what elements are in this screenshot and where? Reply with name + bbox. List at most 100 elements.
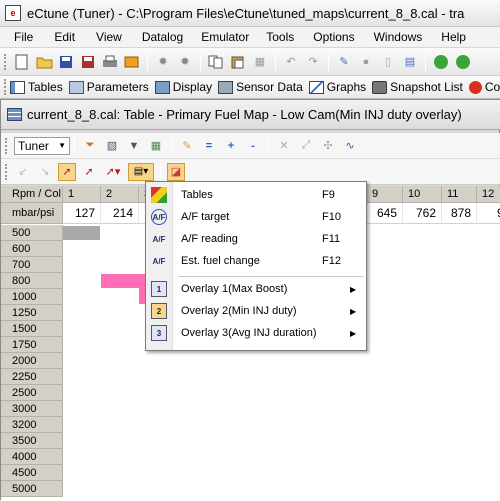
column-header: 2 bbox=[101, 186, 139, 203]
undo-icon[interactable]: ↶ bbox=[282, 53, 300, 71]
go-icon[interactable] bbox=[432, 53, 450, 71]
minus-icon[interactable]: - bbox=[244, 137, 262, 155]
funnel-icon[interactable]: ▼ bbox=[125, 137, 143, 155]
menu-windows[interactable]: Windows bbox=[374, 30, 423, 44]
comm-stop-icon bbox=[468, 80, 482, 94]
row-header: 5000 bbox=[1, 481, 63, 497]
row-header: 2000 bbox=[1, 353, 63, 369]
plus-icon[interactable]: + bbox=[222, 137, 240, 155]
menu-options[interactable]: Options bbox=[313, 30, 354, 44]
gear-icon[interactable]: ✹ bbox=[154, 53, 172, 71]
save-icon[interactable] bbox=[57, 53, 75, 71]
menu-item-af-target[interactable]: A/F A/F target F10 bbox=[146, 206, 366, 228]
menu-datalog[interactable]: Datalog bbox=[142, 30, 183, 44]
save-as-icon[interactable] bbox=[79, 53, 97, 71]
menu-edit[interactable]: Edit bbox=[54, 30, 75, 44]
row-header: 3500 bbox=[1, 433, 63, 449]
interpolate-v-icon[interactable]: ✣ bbox=[319, 137, 337, 155]
row-header: 1500 bbox=[1, 321, 63, 337]
display-button[interactable]: Display bbox=[154, 80, 212, 94]
row-header: 3200 bbox=[1, 417, 63, 433]
gear-icon-2[interactable]: ✹ bbox=[176, 53, 194, 71]
page-icon[interactable]: ▯ bbox=[379, 53, 397, 71]
menu-tools[interactable]: Tools bbox=[266, 30, 294, 44]
interpolate-h-icon[interactable]: ⤢ bbox=[297, 137, 315, 155]
overlay-cell-pink[interactable] bbox=[101, 274, 139, 288]
paste-icon[interactable] bbox=[229, 53, 247, 71]
export-icon[interactable] bbox=[123, 53, 141, 71]
arrow-right-icon[interactable]: ↘ bbox=[36, 163, 54, 181]
row-header: 3000 bbox=[1, 401, 63, 417]
column-value-cell[interactable]: 127 bbox=[63, 203, 101, 224]
menu-emulator[interactable]: Emulator bbox=[201, 30, 249, 44]
comm-button[interactable]: Comm bbox=[468, 80, 500, 94]
overlay-dropdown-icon[interactable]: ▤▾ bbox=[128, 162, 154, 181]
copy-icon[interactable] bbox=[207, 53, 225, 71]
dot-icon[interactable]: ● bbox=[357, 53, 375, 71]
parameters-button[interactable]: Parameters bbox=[68, 80, 149, 94]
menu-help[interactable]: Help bbox=[441, 30, 466, 44]
row-header: 1750 bbox=[1, 337, 63, 353]
window-title: eCtune (Tuner) - C:\Program Files\eCtune… bbox=[27, 5, 465, 21]
overlay-3-icon: 3 bbox=[151, 325, 167, 341]
menu-item-shortcut: F10 bbox=[322, 211, 341, 223]
snapshot-list-button[interactable]: Snapshot List bbox=[372, 80, 463, 94]
interpolate-icon[interactable]: ✕ bbox=[275, 137, 293, 155]
column-value-cell[interactable]: 214 bbox=[101, 203, 139, 224]
menu-item-overlay-1[interactable]: 1 Overlay 1(Max Boost) ▶ bbox=[146, 278, 366, 300]
menu-file[interactable]: File bbox=[14, 30, 33, 44]
equals-icon[interactable]: = bbox=[200, 137, 218, 155]
document-title: current_8_8.cal: Table - Primary Fuel Ma… bbox=[27, 107, 462, 122]
sensor-data-button[interactable]: Sensor Data bbox=[218, 80, 303, 94]
row-header: 2500 bbox=[1, 385, 63, 401]
print-icon[interactable] bbox=[101, 53, 119, 71]
edit-table-icon[interactable]: ▧ bbox=[103, 137, 121, 155]
tuner-dropdown[interactable]: Tuner ▼ bbox=[14, 136, 70, 155]
column-value-cell[interactable]: 9 bbox=[477, 203, 500, 224]
tables-icon bbox=[10, 80, 25, 94]
column-value-cell[interactable]: 645 bbox=[367, 203, 403, 224]
column-value-cell[interactable]: 878 bbox=[442, 203, 477, 224]
corner-header-mbar: mbar/psi bbox=[1, 203, 63, 224]
arrow-left-icon[interactable]: ↙ bbox=[14, 163, 32, 181]
pen-icon[interactable]: ✎ bbox=[335, 53, 353, 71]
selected-cell[interactable] bbox=[63, 226, 100, 240]
document-title-bar: current_8_8.cal: Table - Primary Fuel Ma… bbox=[1, 100, 500, 130]
menu-item-overlay-3[interactable]: 3 Overlay 3(Avg INJ duration) ▶ bbox=[146, 322, 366, 344]
chart-icon[interactable]: ◪ bbox=[167, 162, 185, 181]
open-folder-icon[interactable] bbox=[35, 53, 53, 71]
tables-button[interactable]: Tables bbox=[10, 80, 63, 94]
overlay-1-icon: 1 bbox=[151, 281, 167, 297]
table-grid-icon[interactable]: ▦ bbox=[147, 137, 165, 155]
trace-1-icon[interactable]: ➚ bbox=[58, 162, 76, 181]
camera-icon bbox=[372, 80, 388, 94]
menu-item-label: Overlay 1(Max Boost) bbox=[181, 283, 288, 295]
trace-2-icon[interactable]: ➚ bbox=[80, 163, 98, 181]
graphs-icon bbox=[308, 80, 324, 94]
filter-icon[interactable]: ⏷ bbox=[81, 137, 99, 155]
doc-icon[interactable]: ▤ bbox=[401, 53, 419, 71]
new-file-icon[interactable] bbox=[13, 53, 31, 71]
graphs-button[interactable]: Graphs bbox=[308, 80, 367, 94]
menu-item-overlay-2[interactable]: 2 Overlay 2(Min INJ duty) ▶ bbox=[146, 300, 366, 322]
menu-item-label: Est. fuel change bbox=[181, 255, 260, 267]
pencil-icon[interactable]: ✎ bbox=[178, 137, 196, 155]
menu-item-af-reading[interactable]: A/F A/F reading F11 bbox=[146, 228, 366, 250]
menu-view[interactable]: View bbox=[96, 30, 122, 44]
menu-item-shortcut: F9 bbox=[322, 189, 335, 201]
smooth-icon[interactable]: ∿ bbox=[341, 137, 359, 155]
trace-menu-icon[interactable]: ➚▾ bbox=[102, 163, 124, 181]
grid-icon[interactable]: ▦ bbox=[251, 53, 269, 71]
column-value-cell[interactable]: 762 bbox=[403, 203, 442, 224]
column-header: 10 bbox=[403, 186, 442, 203]
menu-item-est-fuel-change[interactable]: A/F Est. fuel change F12 bbox=[146, 250, 366, 272]
menu-separator bbox=[178, 276, 364, 277]
row-header: 1250 bbox=[1, 305, 63, 321]
stop-icon[interactable] bbox=[454, 53, 472, 71]
column-header: 9 bbox=[367, 186, 403, 203]
menu-item-tables[interactable]: Tables F9 bbox=[146, 184, 366, 206]
menu-item-shortcut: F11 bbox=[322, 233, 341, 245]
submenu-arrow-icon: ▶ bbox=[350, 328, 357, 338]
redo-icon[interactable]: ↷ bbox=[304, 53, 322, 71]
graphs-button-label: Graphs bbox=[326, 80, 367, 94]
